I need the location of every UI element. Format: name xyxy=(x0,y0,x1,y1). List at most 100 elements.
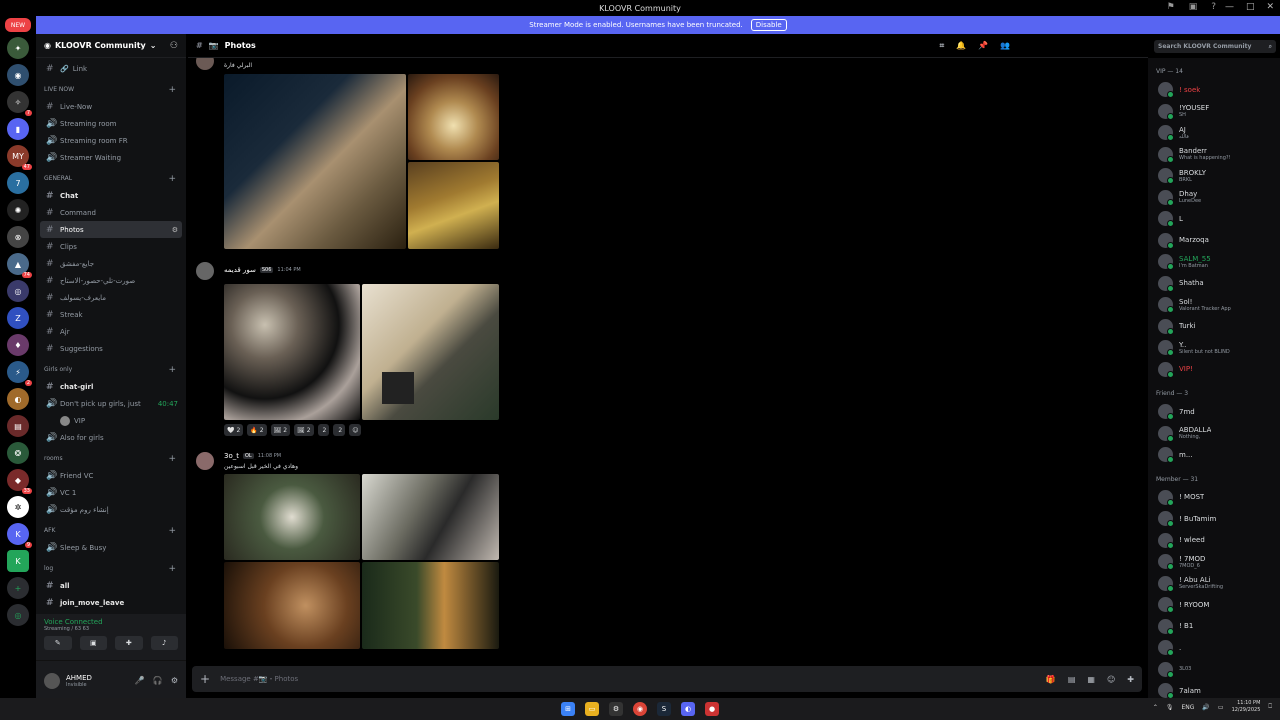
channel-command[interactable]: # Command xyxy=(40,204,182,221)
message-composer[interactable]: + Message #📷・Photos 🎁 ▤ ▦ ☺ ✚ xyxy=(192,666,1142,692)
lang-indicator[interactable]: ENG xyxy=(1181,704,1194,711)
settings-gear-icon[interactable]: ⚙ xyxy=(172,226,182,234)
category-afk[interactable]: AFK + xyxy=(40,522,182,539)
channel-chat-girl[interactable]: # chat-girl xyxy=(40,378,182,395)
member-item[interactable]: ! BuTamim xyxy=(1150,508,1278,530)
mic-icon[interactable]: 🎙 xyxy=(1166,704,1174,711)
threads-icon[interactable]: ⌗ xyxy=(940,41,945,51)
channel-streaming-room-fr[interactable]: 🔊 Streaming room FR xyxy=(40,132,182,149)
channel-live-now[interactable]: # Live-Now xyxy=(40,98,182,115)
channel-clips[interactable]: # Clips xyxy=(40,238,182,255)
channel-all[interactable]: # all xyxy=(40,577,182,594)
member-item[interactable]: . xyxy=(1150,637,1278,659)
member-item[interactable]: VIP! xyxy=(1150,359,1278,381)
gif-icon[interactable]: ▤ xyxy=(1068,675,1076,684)
server-icon[interactable]: 7 xyxy=(7,172,29,194)
member-item[interactable]: L xyxy=(1150,208,1278,230)
channel-streamer-waiting[interactable]: 🔊 Streamer Waiting xyxy=(40,149,182,166)
member-item[interactable]: Banderr What is happening?! xyxy=(1150,144,1278,166)
author-name[interactable]: 3o_t xyxy=(224,452,239,460)
chrome-icon[interactable]: ◉ xyxy=(633,702,647,716)
user-info[interactable]: AHMED Invisible xyxy=(66,674,92,688)
member-item[interactable]: 3L03 xyxy=(1150,659,1278,681)
category-live[interactable]: LIVE NOW + xyxy=(40,81,182,98)
category-girls[interactable]: Girls only + xyxy=(40,361,182,378)
server-icon[interactable]: ▲ 74 xyxy=(7,253,32,278)
member-item[interactable]: Marzoqa xyxy=(1150,230,1278,252)
voice-status[interactable]: Voice Connected xyxy=(44,618,178,626)
server-icon[interactable]: ◐ xyxy=(7,388,29,410)
image-pyramid[interactable] xyxy=(224,74,406,249)
member-item[interactable]: 7md xyxy=(1150,401,1278,423)
channel-sleep-busy[interactable]: 🔊 Sleep & Busy xyxy=(40,539,182,556)
member-item[interactable]: ! Abu ALi ServerSkaDrifting xyxy=(1150,573,1278,595)
avatar[interactable] xyxy=(196,452,214,470)
server-icon[interactable]: ◆ 33 xyxy=(7,469,32,494)
members-icon[interactable]: 👥 xyxy=(1000,41,1010,51)
add-channel-icon[interactable]: + xyxy=(168,526,182,536)
disable-button[interactable]: Disable xyxy=(750,19,787,31)
camera-icon[interactable]: ✎ xyxy=(44,636,72,650)
member-item[interactable]: ! wleed xyxy=(1150,530,1278,552)
discover-icon[interactable]: ◎ xyxy=(7,604,29,626)
reaction-custom[interactable]: 2 xyxy=(333,424,346,436)
server-icon[interactable]: ✦ xyxy=(7,37,29,59)
bell-icon[interactable]: 🔔 xyxy=(956,41,966,51)
volume-icon[interactable]: 🔊 xyxy=(1202,704,1209,711)
server-icon[interactable]: ▮ xyxy=(7,118,29,140)
voice-user[interactable]: VIP xyxy=(40,412,182,429)
channel-friend-vc[interactable]: 🔊 Friend VC xyxy=(40,467,182,484)
battery-icon[interactable]: ▭ xyxy=(1218,704,1224,711)
member-item[interactable]: ! B1 xyxy=(1150,616,1278,638)
maximize-button[interactable]: □ xyxy=(1246,2,1255,12)
soundboard-icon[interactable]: ♪ xyxy=(150,636,178,650)
mute-icon[interactable]: 🎤 xyxy=(135,676,145,685)
avatar[interactable] xyxy=(196,58,214,70)
apps-icon[interactable]: ✚ xyxy=(1127,675,1134,684)
category-rooms[interactable]: rooms + xyxy=(40,450,182,467)
member-item[interactable]: BROKLY BRKL xyxy=(1150,165,1278,187)
sticker-icon[interactable]: ▦ xyxy=(1087,675,1095,684)
add-channel-icon[interactable]: + xyxy=(168,454,182,464)
channel-dont-pick[interactable]: 🔊 Don't pick up girls, just 40:47 xyxy=(40,395,182,412)
server-icon[interactable]: Z xyxy=(7,307,29,329)
channel-link[interactable]: # 🔗 Link xyxy=(40,60,182,77)
notification-icon[interactable]: ⎕ xyxy=(1268,703,1272,711)
channel-ajr[interactable]: # Ajr xyxy=(40,323,182,340)
reaction-fire[interactable]: 🔥 2 xyxy=(247,424,267,436)
channel-suggestions[interactable]: # Suggestions xyxy=(40,340,182,357)
channel-ar2[interactable]: # صورت-تلي-حصور-الاستاح xyxy=(40,272,182,289)
reaction-heart[interactable]: 🤍 2 xyxy=(224,424,244,436)
reaction-image[interactable]: 🖼 2 xyxy=(294,424,314,436)
category-log[interactable]: log + xyxy=(40,560,182,577)
add-reaction-button[interactable]: ☺ xyxy=(349,424,362,436)
member-item[interactable]: Dhay LuneDee xyxy=(1150,187,1278,209)
member-item[interactable]: m... xyxy=(1150,444,1278,466)
server-icon[interactable]: ✧ 7 xyxy=(7,91,32,116)
category-general[interactable]: GENERAL + xyxy=(40,170,182,187)
gift-icon[interactable]: 🎁 xyxy=(1046,675,1056,684)
windows-start-icon[interactable]: ⊞ xyxy=(561,702,575,716)
channel-streak[interactable]: # Streak xyxy=(40,306,182,323)
member-item[interactable]: Shatha xyxy=(1150,273,1278,295)
member-item[interactable]: ABDALLA Nothing, xyxy=(1150,423,1278,445)
channel-ar3[interactable]: # مايعرف-يسولف xyxy=(40,289,182,306)
member-item[interactable]: ! 7MOD 7MOD_6 xyxy=(1150,551,1278,573)
author-name[interactable]: سور قديمه xyxy=(224,266,256,274)
avatar[interactable] xyxy=(196,262,214,280)
add-channel-icon[interactable]: + xyxy=(168,564,182,574)
channel-photos[interactable]: # Photos ⚙ xyxy=(40,221,182,238)
channel-also-girls[interactable]: 🔊 Also for girls xyxy=(40,429,182,446)
app-icon[interactable]: ⚙ xyxy=(609,702,623,716)
settings-gear-icon[interactable]: ⚙ xyxy=(171,676,178,685)
screen-share-icon[interactable]: ▣ xyxy=(79,636,107,650)
minimize-button[interactable]: — xyxy=(1225,2,1234,12)
server-icon[interactable]: ◉ xyxy=(7,64,29,86)
channel-join-move-leave[interactable]: # join_move_leave xyxy=(40,594,182,611)
screen-icon[interactable]: ▣ xyxy=(1189,2,1198,12)
member-item[interactable]: Turki xyxy=(1150,316,1278,338)
member-item[interactable]: AJ فالله xyxy=(1150,122,1278,144)
add-channel-icon[interactable]: + xyxy=(168,85,182,95)
add-server-icon[interactable]: + xyxy=(7,577,29,599)
channel-ar4[interactable]: 🔊 إنشاء روم مؤقت xyxy=(40,501,182,518)
